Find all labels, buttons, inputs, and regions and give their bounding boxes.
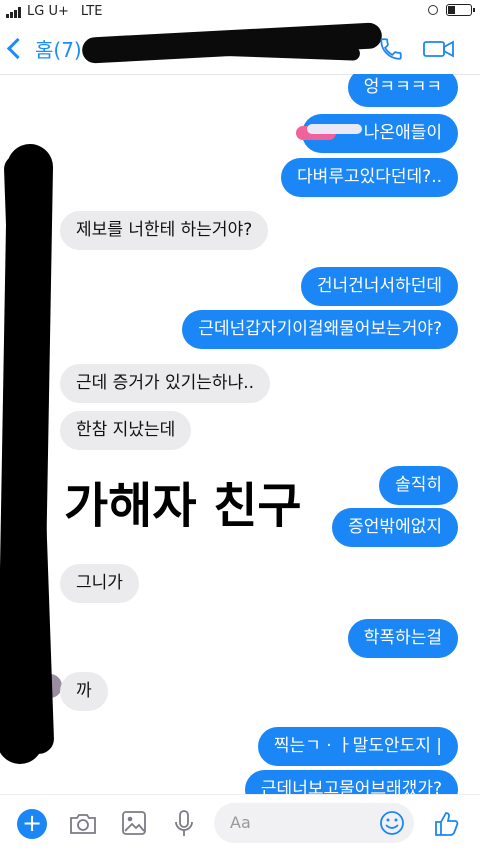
video-icon[interactable] <box>422 36 456 62</box>
redaction-scribble <box>307 124 362 134</box>
status-left: LG U+ LTE <box>6 4 102 19</box>
message-incoming: 까 <box>60 672 108 712</box>
message-incoming: 한참 지났는데 <box>60 411 192 451</box>
message-incoming: 제보를 너한테 하는거야? <box>60 211 269 251</box>
message-outgoing: 증언밖에없지 <box>332 508 458 548</box>
carrier-name: LG U+ <box>27 4 69 19</box>
message-outgoing: 솔직히 <box>379 466 458 506</box>
camera-icon[interactable] <box>68 809 98 837</box>
overlay-caption: 가해자 친구 <box>64 478 302 534</box>
message-outgoing: 엉ㅋㅋㅋㅋ <box>347 74 458 108</box>
message-outgoing: 다벼루고있다던데?.. <box>281 158 458 198</box>
plus-icon[interactable]: + <box>17 809 47 839</box>
status-bar: LG U+ LTE <box>0 0 480 24</box>
thumbs-up-icon[interactable] <box>432 809 462 839</box>
alarm-icon <box>428 5 438 15</box>
message-outgoing: 건너건너서하던데 <box>300 267 458 307</box>
back-chevron-icon <box>6 37 29 60</box>
image-icon[interactable] <box>120 809 148 837</box>
back-label: 홈(7) <box>35 38 82 62</box>
message-list[interactable]: 엉ㅋㅋㅋㅋ 나온애들이 다벼루고있다던데?.. 제보를 너한테 하는거야? 건너… <box>0 74 480 794</box>
message-text: 나온애들이 <box>363 123 442 143</box>
battery-icon <box>446 4 475 16</box>
signal-icon <box>6 6 21 18</box>
message-outgoing: 근데넌갑자기이걸왜물어보는거야? <box>182 310 458 350</box>
back-button[interactable]: 홈(7) <box>6 34 82 63</box>
phone-icon[interactable] <box>378 36 404 62</box>
network-type: LTE <box>80 4 103 19</box>
message-input[interactable]: Aa <box>214 803 414 843</box>
message-input-placeholder: Aa <box>230 813 251 832</box>
chat-header: 홈(7) <box>0 22 480 75</box>
message-incoming: 그니가 <box>60 564 139 604</box>
composer-bar: + Aa <box>0 794 480 854</box>
message-outgoing: 찍는ㄱ · ㅏ말도안도지 | <box>257 727 458 767</box>
emoji-icon[interactable] <box>378 809 406 837</box>
microphone-icon[interactable] <box>172 809 196 839</box>
message-outgoing: 근데너보고물어브래갰가? <box>244 770 458 794</box>
message-outgoing: 학폭하는걸 <box>347 619 458 659</box>
status-right <box>428 4 475 16</box>
message-incoming: 근데 증거가 있기는하냐.. <box>60 364 271 404</box>
